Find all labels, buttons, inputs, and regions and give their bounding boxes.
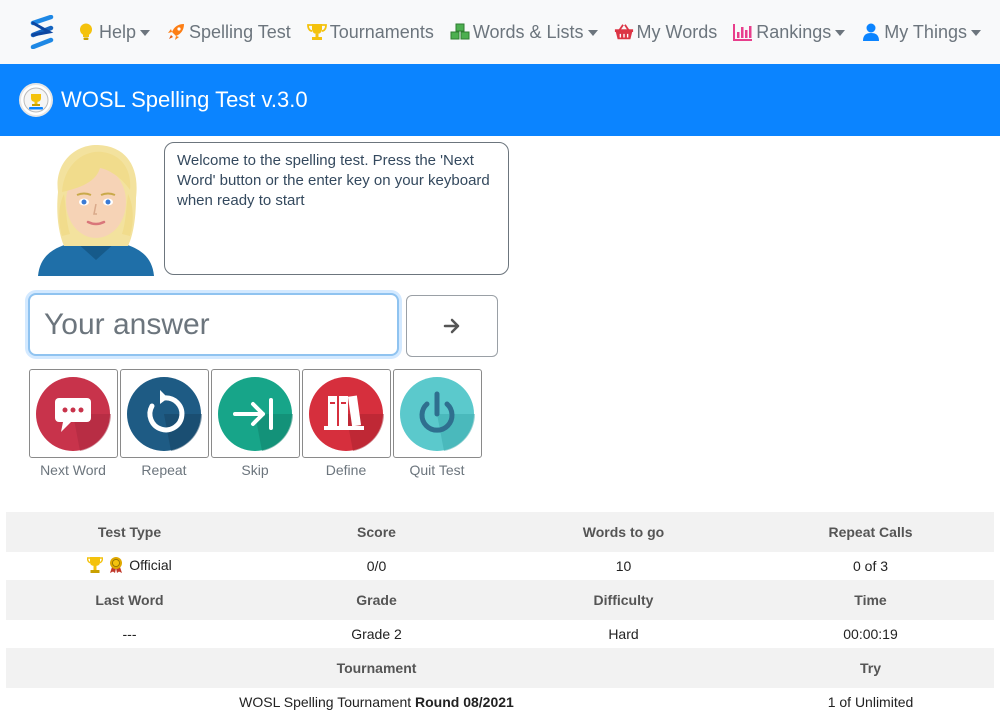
trophy-icon [306, 22, 327, 42]
skip-label: Skip [241, 462, 269, 478]
grade-header: Grade [253, 580, 500, 620]
top-navbar: Help Spelling Test Tournaments Words & L… [0, 0, 1000, 64]
bar-chart-icon [733, 22, 753, 42]
tournament-header: Tournament [6, 648, 747, 688]
quit-test-button[interactable]: Quit Test [392, 369, 482, 478]
rocket-icon [166, 22, 186, 42]
last-word-header: Last Word [6, 580, 253, 620]
nav-help-label: Help [99, 21, 137, 42]
nav-rankings-label: Rankings [756, 21, 832, 42]
test-action-buttons: Next Word Repeat Skip Define Quit Test [28, 369, 482, 478]
repeat-button[interactable]: Repeat [119, 369, 209, 478]
chat-bubble-icon [36, 376, 111, 451]
grade-value: Grade 2 [253, 620, 500, 648]
nav-my-things-label: My Things [884, 21, 967, 42]
books-icon [309, 376, 384, 451]
nav-my-words-label: My Words [636, 21, 718, 42]
nav-my-things[interactable]: My Things [861, 22, 981, 43]
repeat-icon [127, 376, 202, 451]
teacher-avatar [36, 142, 156, 276]
skip-button[interactable]: Skip [210, 369, 300, 478]
table-row: Official 0/0 10 0 of 3 [6, 552, 994, 580]
instruction-speech-bubble: Welcome to the spelling test. Press the … [164, 142, 509, 275]
power-icon [400, 376, 475, 451]
define-label: Define [325, 462, 367, 478]
next-word-label: Next Word [40, 462, 106, 478]
table-row: WOSL Spelling Tournament Round 08/2021 1… [6, 688, 994, 711]
table-row: --- Grade 2 Hard 00:00:19 [6, 620, 994, 648]
nav-words-lists[interactable]: Words & Lists [450, 22, 598, 43]
basket-icon [614, 22, 634, 42]
next-word-button[interactable]: Next Word [28, 369, 118, 478]
nav-help[interactable]: Help [76, 21, 151, 43]
nav-rankings[interactable]: Rankings [733, 21, 846, 43]
test-type-header: Test Type [6, 512, 253, 552]
user-icon [861, 22, 881, 42]
words-to-go-header: Words to go [500, 512, 747, 552]
try-header: Try [747, 648, 994, 688]
repeat-frame [119, 369, 209, 458]
chevron-down-icon [140, 30, 151, 36]
time-value: 00:00:19 [747, 620, 994, 648]
words-to-go-value: 10 [500, 552, 747, 580]
skip-icon [218, 376, 293, 451]
table-row: Test Type Score Words to go Repeat Calls [6, 512, 994, 552]
nav-words-lists-label: Words & Lists [472, 21, 584, 42]
table-row: Tournament Try [6, 648, 994, 688]
award-ribbon-icon [110, 556, 123, 573]
test-header-bar: WOSL Spelling Test v.3.0 [0, 64, 1000, 136]
cubes-icon [450, 22, 470, 42]
trophy-icon [87, 556, 104, 573]
difficulty-header: Difficulty [500, 580, 747, 620]
test-type-value: Official [6, 552, 253, 580]
skip-frame [210, 369, 300, 458]
test-type-text: Official [129, 556, 172, 573]
test-stats-table: Test Type Score Words to go Repeat Calls… [6, 512, 994, 711]
repeat-calls-value: 0 of 3 [747, 552, 994, 580]
try-value: 1 of Unlimited [747, 688, 994, 711]
arrow-right-icon [443, 318, 460, 334]
nav-my-words[interactable]: My Words [614, 21, 718, 43]
wosl-logo-icon [19, 83, 53, 117]
score-value: 0/0 [253, 552, 500, 580]
chevron-down-icon [835, 30, 846, 36]
repeat-calls-header: Repeat Calls [747, 512, 994, 552]
nav-spelling-test-label: Spelling Test [189, 21, 291, 42]
next-word-frame [28, 369, 118, 458]
define-frame [301, 369, 391, 458]
chevron-down-icon [587, 30, 598, 36]
table-row: Last Word Grade Difficulty Time [6, 580, 994, 620]
answer-input[interactable] [28, 293, 399, 356]
repeat-label: Repeat [141, 462, 187, 478]
tournament-value: WOSL Spelling Tournament Round 08/2021 [6, 688, 747, 711]
brand-logo-icon[interactable] [22, 12, 62, 52]
nav-spelling-test[interactable]: Spelling Test [166, 22, 291, 43]
lightbulb-icon [76, 22, 96, 42]
difficulty-value: Hard [500, 620, 747, 648]
page-title: WOSL Spelling Test v.3.0 [61, 87, 308, 112]
nav-tournaments[interactable]: Tournaments [306, 21, 434, 43]
tournament-name: WOSL Spelling Tournament [239, 694, 412, 710]
time-header: Time [747, 580, 994, 620]
submit-answer-button[interactable] [406, 295, 498, 357]
tournament-round: Round 08/2021 [415, 694, 514, 710]
chevron-down-icon [970, 30, 981, 36]
define-button[interactable]: Define [301, 369, 391, 478]
last-word-value: --- [6, 620, 253, 648]
quit-test-label: Quit Test [409, 462, 465, 478]
nav-tournaments-label: Tournaments [329, 21, 434, 42]
quit-test-frame [392, 369, 482, 458]
score-header: Score [253, 512, 500, 552]
